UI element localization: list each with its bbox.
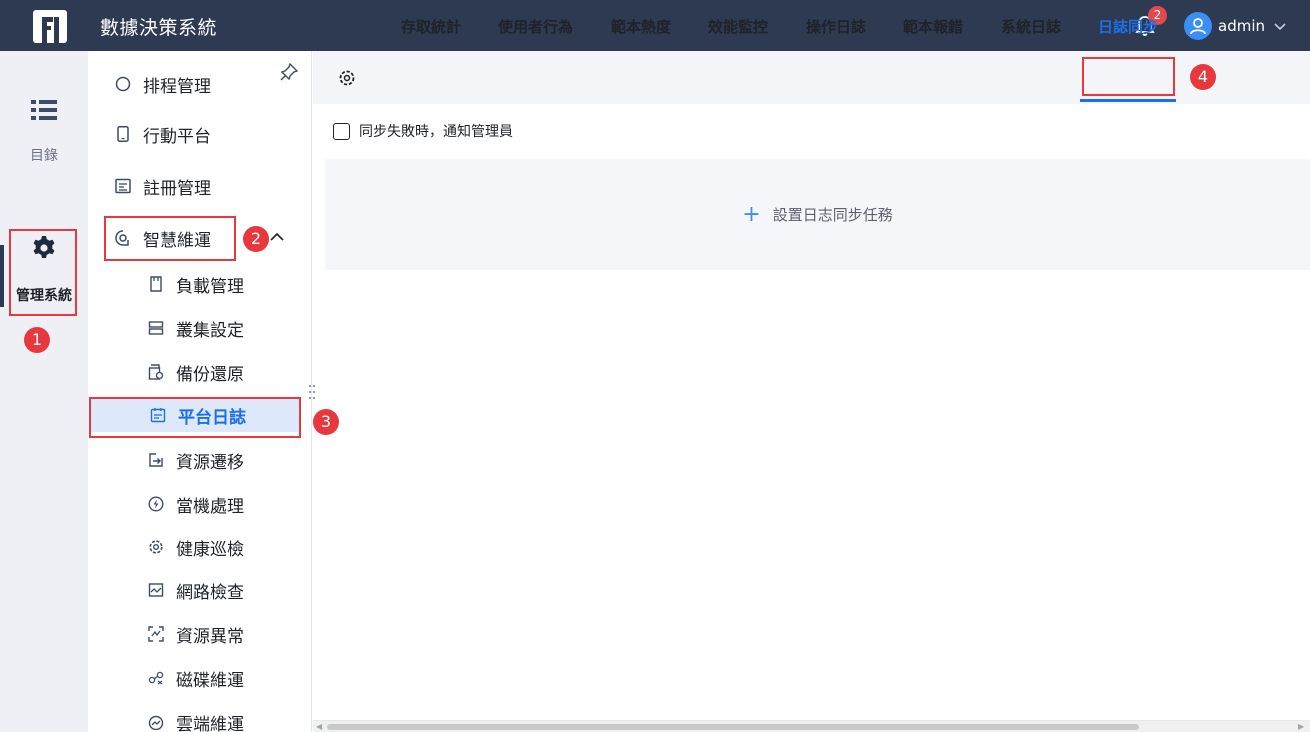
- sidebar-item-register[interactable]: 註冊管理: [88, 169, 311, 203]
- tab-user-behavior[interactable]: 使用者行為: [498, 0, 573, 53]
- mobile-icon: [115, 126, 131, 142]
- annotation-box-2: [104, 216, 236, 261]
- scan-icon: [148, 626, 164, 642]
- annotation-box-4: [1082, 57, 1175, 96]
- pin-icon[interactable]: [280, 63, 298, 81]
- user-icon: [1190, 18, 1206, 35]
- gear-icon: [148, 539, 164, 555]
- chevron-down-icon: [1274, 23, 1286, 31]
- sidebar-item-migrate[interactable]: 資源遷移: [88, 443, 311, 477]
- sidebar-item-label: 行動平台: [143, 126, 211, 147]
- sidebar-item-backup[interactable]: 備份還原: [88, 355, 311, 389]
- tab-template-errors[interactable]: 範本報錯: [903, 0, 963, 53]
- disk-icon: [148, 670, 164, 686]
- checkbox-label: 同步失敗時，通知管理員: [359, 124, 513, 140]
- add-sync-task-panel[interactable]: + 設置日志同步任務: [325, 159, 1310, 270]
- load-icon: [148, 276, 164, 292]
- resize-handle[interactable]: [307, 383, 317, 401]
- sidebar-item-schedule[interactable]: 排程管理: [88, 67, 311, 101]
- tab-operation-log[interactable]: 操作日誌: [806, 0, 866, 53]
- rail-item-catalog[interactable]: 目錄: [0, 99, 88, 165]
- add-task-label: 設置日志同步任務: [772, 206, 893, 224]
- left-rail: 目錄 管理系統: [0, 51, 88, 732]
- annotation-number-3: 3: [313, 409, 339, 435]
- sidebar: 排程管理 行動平台 註冊管理 智慧維運 負載管理 叢集設定 備份還原 平台日誌 …: [88, 51, 312, 732]
- cluster-icon: [148, 320, 164, 336]
- rail-label-catalog: 目錄: [30, 148, 58, 164]
- sidebar-item-label: 負載管理: [176, 276, 244, 297]
- annotation-box-3: [89, 397, 301, 438]
- sidebar-item-disk[interactable]: 磁碟維運: [88, 661, 311, 695]
- tab-system-log[interactable]: 系統日誌: [1001, 0, 1061, 53]
- chevron-up-icon: [270, 232, 284, 241]
- annotation-number-1: 1: [24, 327, 50, 353]
- sidebar-item-label: 雲端維運: [176, 714, 244, 732]
- annotation-box-1: [9, 229, 77, 316]
- tab-access-stats[interactable]: 存取統計: [401, 0, 461, 53]
- sidebar-item-mobile[interactable]: 行動平台: [88, 117, 311, 151]
- tab-performance[interactable]: 效能監控: [708, 0, 768, 53]
- sidebar-item-label: 資源遷移: [176, 452, 244, 473]
- sidebar-item-label: 健康巡檢: [176, 539, 244, 560]
- register-icon: [115, 178, 131, 194]
- sidebar-item-label: 當機處理: [176, 496, 244, 517]
- sidebar-item-label: 註冊管理: [143, 178, 211, 199]
- plus-icon: +: [742, 201, 761, 227]
- active-tab-indicator: [1080, 99, 1176, 102]
- backup-icon: [148, 364, 164, 380]
- sidebar-item-label: 網路檢查: [176, 582, 244, 603]
- scrollbar-thumb[interactable]: [327, 724, 1139, 730]
- username: admin: [1218, 17, 1265, 35]
- settings-gear-icon[interactable]: [338, 69, 356, 87]
- scroll-right-icon[interactable]: ▶: [1298, 722, 1304, 731]
- sidebar-item-label: 排程管理: [143, 76, 211, 97]
- sidebar-item-resource-anomaly[interactable]: 資源異常: [88, 617, 311, 651]
- tab-log-sync[interactable]: 日誌同步: [1098, 0, 1158, 53]
- cloud-icon: [148, 714, 164, 730]
- sidebar-item-label: 叢集設定: [176, 320, 244, 341]
- annotation-number-4: 4: [1190, 64, 1216, 90]
- sidebar-item-cloud[interactable]: 雲端維運: [88, 705, 311, 732]
- annotation-number-2: 2: [243, 226, 269, 252]
- user-menu[interactable]: admin: [1184, 12, 1287, 40]
- notify-admin-checkbox[interactable]: 同步失敗時，通知管理員: [333, 121, 513, 141]
- sidebar-item-load[interactable]: 負載管理: [88, 267, 311, 301]
- scroll-left-icon[interactable]: ◀: [316, 722, 322, 731]
- avatar: [1184, 12, 1212, 40]
- tab-template-heat[interactable]: 範本熱度: [611, 0, 671, 53]
- sidebar-item-health[interactable]: 健康巡檢: [88, 530, 311, 564]
- checkbox-box[interactable]: [333, 122, 350, 140]
- app-title: 數據決策系統: [100, 17, 218, 39]
- list-icon: [31, 100, 57, 120]
- sidebar-item-cluster[interactable]: 叢集設定: [88, 311, 311, 345]
- sidebar-item-label: 資源異常: [176, 626, 244, 647]
- horizontal-scrollbar[interactable]: ◀ ▶: [313, 720, 1310, 732]
- clock-icon: [115, 76, 131, 92]
- sidebar-item-network[interactable]: 網路檢查: [88, 573, 311, 607]
- sidebar-item-crash[interactable]: 當機處理: [88, 487, 311, 521]
- migrate-icon: [148, 452, 164, 468]
- sidebar-item-label: 磁碟維運: [176, 670, 244, 691]
- lightning-icon: [148, 496, 164, 512]
- network-icon: [148, 582, 164, 598]
- sidebar-item-label: 備份還原: [176, 364, 244, 385]
- app-logo: [33, 10, 67, 43]
